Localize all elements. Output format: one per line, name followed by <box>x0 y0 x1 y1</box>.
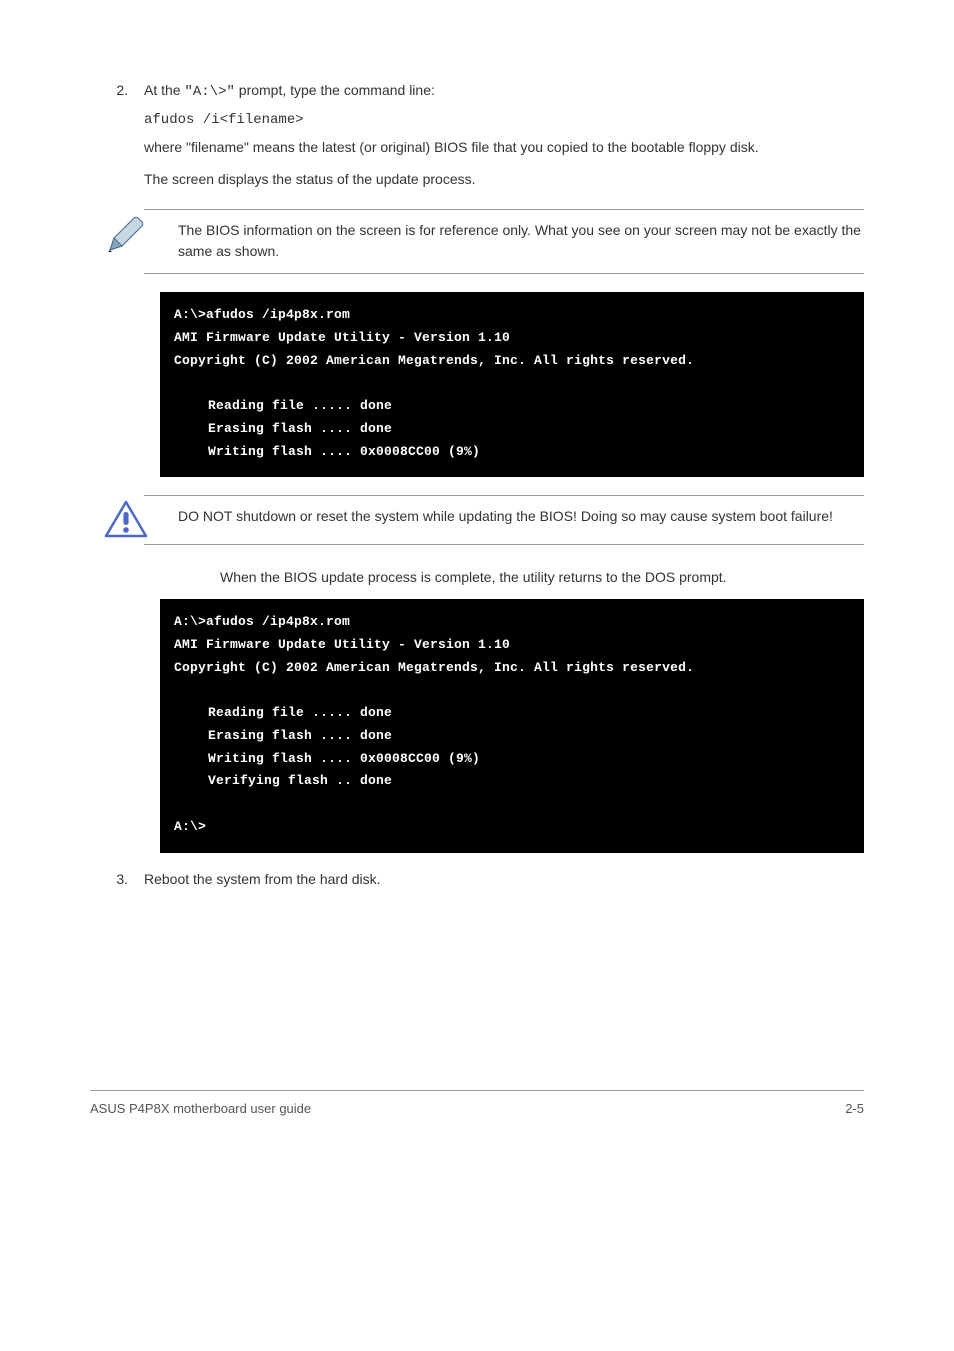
step2-desc-b: The screen displays the status of the up… <box>144 169 864 191</box>
t1-l6: Writing flash .... 0x0008CC00 (9%) <box>208 444 480 459</box>
t1-l5: Erasing flash .... done <box>208 421 392 436</box>
footer-page-number: 2-5 <box>845 1101 864 1116</box>
note-pencil-icon <box>104 214 178 256</box>
t1-l2: AMI Firmware Update Utility - Version 1.… <box>174 330 510 345</box>
footer-left-text: ASUS P4P8X motherboard user guide <box>90 1101 311 1116</box>
t2-l7: Verifying flash .. done <box>208 773 392 788</box>
terminal-output-1: A:\>afudos /ip4p8x.rom AMI Firmware Upda… <box>160 292 864 477</box>
step2-prompt: "A:\>" <box>184 84 234 100</box>
t1-l4: Reading file ..... done <box>208 398 392 413</box>
t2-l5: Erasing flash .... done <box>208 728 392 743</box>
post-caution-para: When the BIOS update process is complete… <box>220 567 864 589</box>
page-footer: ASUS P4P8X motherboard user guide 2-5 <box>90 1090 864 1116</box>
t2-l3: Copyright (C) 2002 American Megatrends, … <box>174 660 694 675</box>
t2-l2: AMI Firmware Update Utility - Version 1.… <box>174 637 510 652</box>
caution-triangle-icon <box>104 500 178 540</box>
note-1-text: The BIOS information on the screen is fo… <box>178 214 864 269</box>
step2-line1-b: prompt, type the command line: <box>235 82 435 98</box>
t1-l1: A:\>afudos /ip4p8x.rom <box>174 307 350 322</box>
step2-line1-a: At the <box>144 82 184 98</box>
step-number-2: 2. <box>90 80 144 102</box>
t1-l3: Copyright (C) 2002 American Megatrends, … <box>174 353 694 368</box>
step-3-text: Reboot the system from the hard disk. <box>144 869 864 891</box>
step2-desc-a: where "filename" means the latest (or or… <box>144 137 864 159</box>
caution-block: DO NOT shutdown or reset the system whil… <box>144 495 864 545</box>
t2-l8: A:\> <box>174 819 206 834</box>
t2-l4: Reading file ..... done <box>208 705 392 720</box>
step-number-3: 3. <box>90 869 144 891</box>
step2-command: afudos /i<filename> <box>144 110 864 132</box>
t2-l1: A:\>afudos /ip4p8x.rom <box>174 614 350 629</box>
note-block-1: The BIOS information on the screen is fo… <box>144 209 864 274</box>
caution-text: DO NOT shutdown or reset the system whil… <box>178 500 864 534</box>
t2-l6: Writing flash .... 0x0008CC00 (9%) <box>208 751 480 766</box>
terminal-output-2: A:\>afudos /ip4p8x.rom AMI Firmware Upda… <box>160 599 864 853</box>
step-2-body: At the "A:\>" prompt, type the command l… <box>144 80 864 191</box>
